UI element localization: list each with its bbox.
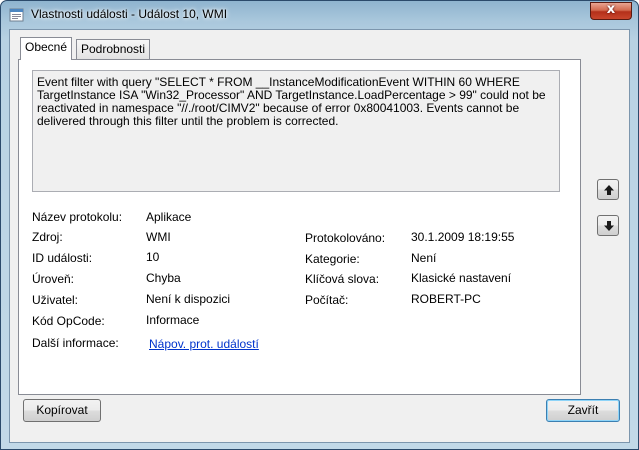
window-title: Vlastnosti události - Událost 10, WMI: [31, 7, 228, 21]
tab-general[interactable]: Obecné: [20, 37, 73, 60]
category-label: Kategorie:: [305, 252, 360, 266]
keywords-label: Klíčová slova:: [305, 272, 380, 286]
level-label: Úroveň:: [32, 272, 75, 286]
opcode-value: Informace: [146, 313, 200, 327]
next-event-button[interactable]: [597, 215, 619, 236]
computer-value: ROBERT-PC: [411, 292, 481, 306]
tab-details-label: Podrobnosti: [81, 42, 146, 56]
copy-button-label: Kopírovat: [36, 403, 88, 417]
close-button[interactable]: Zavřít: [546, 399, 620, 422]
opcode-label: Kód OpCode:: [32, 314, 105, 328]
tab-details[interactable]: Podrobnosti: [76, 39, 151, 59]
more-info-label: Další informace:: [32, 336, 119, 350]
logged-label: Protokolováno:: [305, 231, 386, 245]
computer-label: Počítač:: [305, 293, 349, 307]
event-properties-window: Vlastnosti události - Událost 10, WMI x …: [0, 0, 639, 450]
source-value: WMI: [146, 230, 171, 244]
category-value: Není: [411, 251, 437, 265]
user-label: Uživatel:: [32, 293, 79, 307]
log-name-label: Název protokolu:: [32, 210, 123, 224]
close-icon: x: [606, 2, 616, 17]
level-value: Chyba: [146, 271, 181, 285]
window-close-button[interactable]: x: [590, 2, 632, 20]
event-description[interactable]: Event filter with query "SELECT * FROM _…: [32, 70, 560, 192]
event-id-value: 10: [146, 250, 160, 264]
keywords-value: Klasické nastavení: [411, 271, 512, 285]
log-name-value: Aplikace: [146, 210, 192, 224]
copy-button[interactable]: Kopírovat: [23, 399, 101, 422]
event-properties-icon: [9, 8, 24, 22]
previous-event-button[interactable]: [597, 179, 619, 200]
general-tab-panel: Event filter with query "SELECT * FROM _…: [18, 59, 581, 395]
tab-general-label: Obecné: [25, 40, 68, 54]
arrow-up-icon: [604, 185, 614, 195]
dialog-body: Obecné Podrobnosti Event filter with que…: [9, 29, 630, 443]
arrow-down-icon: [604, 221, 614, 231]
user-value: Není k dispozici: [146, 292, 231, 306]
title-bar[interactable]: Vlastnosti události - Událost 10, WMI x: [1, 1, 638, 29]
event-log-help-link[interactable]: Nápov. prot. událostí: [149, 337, 259, 351]
logged-value: 30.1.2009 18:19:55: [411, 230, 515, 244]
event-id-label: ID události:: [32, 251, 93, 265]
source-label: Zdroj:: [32, 230, 63, 244]
close-button-label: Zavřít: [567, 403, 599, 417]
